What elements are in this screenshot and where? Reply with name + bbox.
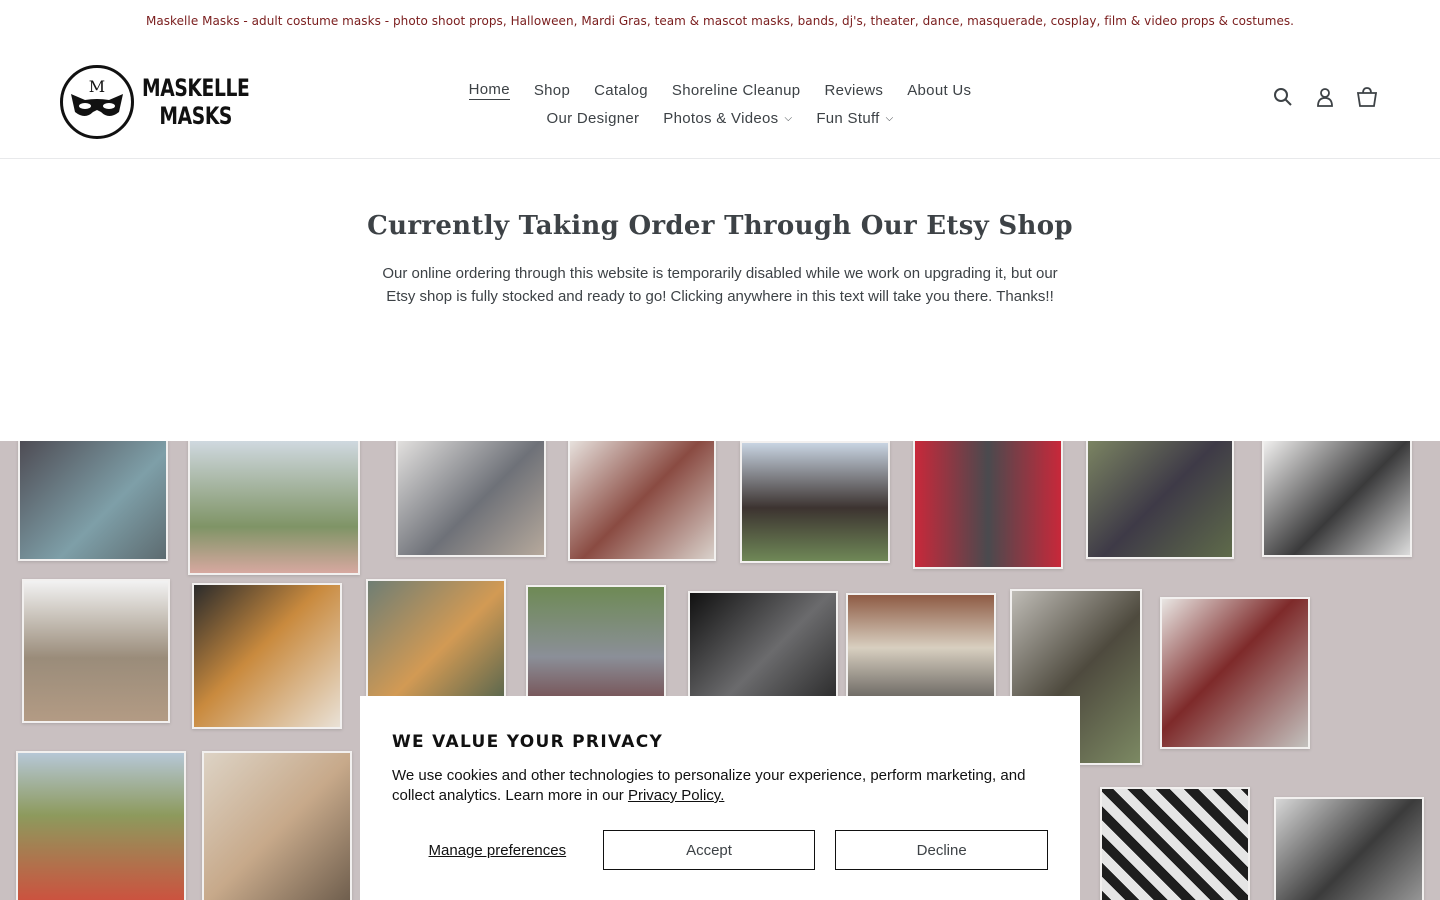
chevron-down-icon: ⌵ bbox=[784, 112, 793, 124]
nav-reviews[interactable]: Reviews bbox=[812, 82, 895, 99]
mask-photo bbox=[913, 441, 1063, 569]
site-header: M MASKELLE MASKS Home Shop Catalog Shore… bbox=[0, 42, 1440, 159]
mask-photo bbox=[16, 751, 186, 900]
nav-home[interactable]: Home bbox=[457, 81, 522, 100]
nav-row-primary: Home Shop Catalog Shoreline Cleanup Revi… bbox=[457, 76, 984, 104]
mask-photo bbox=[18, 441, 168, 561]
etsy-notice[interactable]: Currently Taking Order Through Our Etsy … bbox=[0, 159, 1440, 308]
search-icon[interactable] bbox=[1272, 86, 1294, 108]
nav-shoreline-cleanup[interactable]: Shoreline Cleanup bbox=[660, 82, 813, 99]
mask-photo bbox=[1160, 597, 1310, 749]
cookie-consent-banner: WE VALUE YOUR PRIVACY We use cookies and… bbox=[360, 696, 1080, 900]
nav-photos-videos[interactable]: Photos & Videos ⌵ bbox=[651, 110, 804, 127]
cookie-banner-text: We use cookies and other technologies to… bbox=[392, 767, 1026, 804]
account-icon[interactable] bbox=[1314, 86, 1336, 108]
mask-photo bbox=[1274, 797, 1424, 900]
nav-catalog[interactable]: Catalog bbox=[582, 82, 660, 99]
cookie-banner-title: WE VALUE YOUR PRIVACY bbox=[392, 732, 664, 752]
nav-shop[interactable]: Shop bbox=[522, 82, 582, 99]
accept-button[interactable]: Accept bbox=[602, 830, 816, 870]
mask-photo bbox=[1100, 787, 1250, 900]
mask-photo bbox=[202, 751, 352, 900]
notice-body: Our online ordering through this website… bbox=[382, 265, 1058, 305]
nav-row-secondary: Our Designer Photos & Videos ⌵ Fun Stuff ⌵ bbox=[534, 104, 905, 132]
mask-photo bbox=[396, 441, 546, 557]
decline-button[interactable]: Decline bbox=[835, 830, 1049, 870]
privacy-policy-link[interactable]: Privacy Policy. bbox=[628, 787, 724, 804]
nav-fun-stuff[interactable]: Fun Stuff ⌵ bbox=[804, 110, 905, 127]
cookie-banner-actions: Manage preferences Accept Decline bbox=[392, 830, 1049, 870]
header-icons bbox=[1272, 86, 1378, 108]
mask-photo bbox=[188, 441, 360, 575]
mask-photo bbox=[568, 441, 716, 561]
mask-photo bbox=[22, 579, 170, 723]
nav-about-us[interactable]: About Us bbox=[895, 82, 983, 99]
mask-photo bbox=[1086, 441, 1234, 559]
chevron-down-icon: ⌵ bbox=[885, 112, 894, 124]
main-nav: Home Shop Catalog Shoreline Cleanup Revi… bbox=[0, 76, 1440, 132]
mask-photo bbox=[1262, 441, 1412, 557]
manage-preferences-link[interactable]: Manage preferences bbox=[392, 842, 603, 859]
cart-icon[interactable] bbox=[1356, 86, 1378, 108]
mask-photo bbox=[740, 441, 890, 563]
announcement-text: Maskelle Masks - adult costume masks - p… bbox=[145, 14, 1295, 28]
announcement-bar: Maskelle Masks - adult costume masks - p… bbox=[0, 0, 1440, 42]
notice-title: Currently Taking Order Through Our Etsy … bbox=[367, 211, 1073, 241]
mask-photo bbox=[192, 583, 342, 729]
nav-our-designer[interactable]: Our Designer bbox=[534, 110, 651, 127]
